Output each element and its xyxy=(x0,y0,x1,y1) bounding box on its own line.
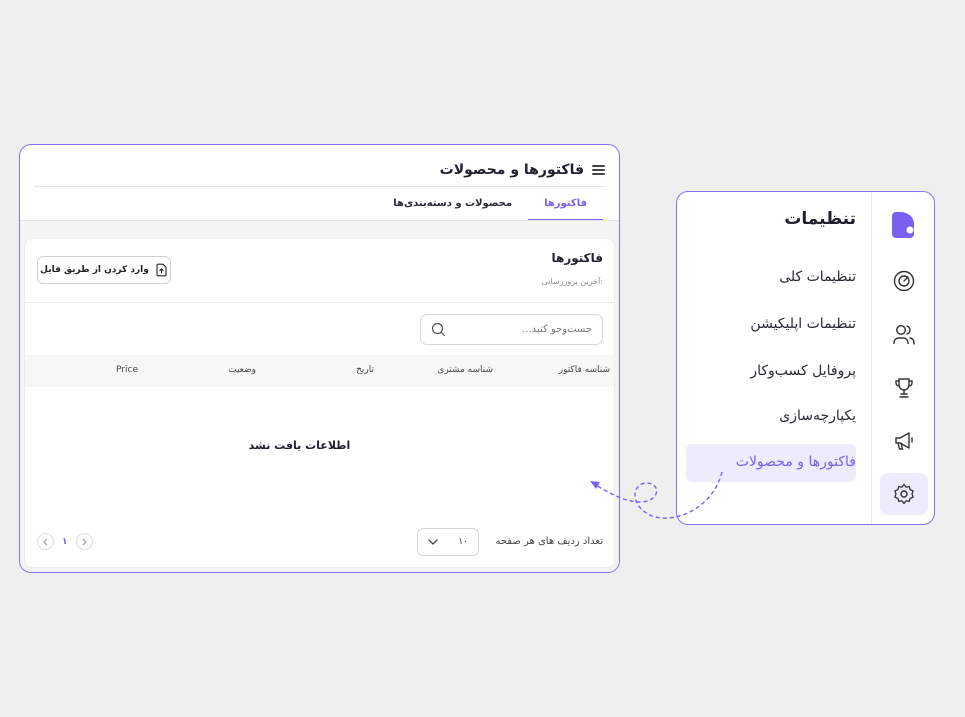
icon-rail xyxy=(871,192,934,524)
trophy-icon[interactable] xyxy=(880,367,928,409)
empty-state: اطلاعات یافت نشد xyxy=(248,439,351,452)
invoices-window: فاکتورها و محصولات فاکتورها محصولات و دس… xyxy=(19,144,620,573)
menu-item-general[interactable]: تنظیمات کلی xyxy=(779,269,856,285)
settings-title: تنظیمات xyxy=(784,209,856,229)
megaphone-icon[interactable] xyxy=(880,420,928,462)
chevron-left-icon xyxy=(43,538,48,545)
column-header-customer-id[interactable]: شناسه مشتری xyxy=(437,365,493,375)
file-upload-icon xyxy=(156,263,167,277)
rows-per-page-label: تعداد ردیف های هر صفحه xyxy=(495,536,603,547)
column-header-price[interactable]: Price xyxy=(116,365,138,375)
column-header-status[interactable]: وضعیت xyxy=(228,365,256,375)
current-page[interactable]: ۱ xyxy=(62,537,68,547)
divider xyxy=(34,186,605,187)
import-button-label: وارد کردن از طریق فایل xyxy=(40,265,149,275)
chevron-down-icon xyxy=(428,539,438,545)
pagination: ۱ xyxy=(37,533,93,550)
menu-item-integrations[interactable]: یکپارچه‌سازی xyxy=(779,408,856,424)
rows-per-page-value: ۱۰ xyxy=(458,537,468,547)
column-header-invoice-id[interactable]: شناسه فاکتور xyxy=(559,365,610,375)
tabs: فاکتورها محصولات و دسته‌بندی‌ها xyxy=(377,191,603,221)
logo-icon[interactable] xyxy=(880,204,928,246)
menu-item-invoices-products[interactable]: فاکتورها و محصولات xyxy=(736,454,856,470)
next-page-button[interactable] xyxy=(75,533,93,550)
settings-panel: تنظیمات تنظیمات کلی تنظیمات اپلیکیشن پرو… xyxy=(676,191,935,525)
search-placeholder: جست‌وجو کنید... xyxy=(522,324,592,335)
last-updated: آخرین بروزرسانی: xyxy=(541,277,603,286)
users-icon[interactable] xyxy=(880,314,928,356)
import-file-button[interactable]: وارد کردن از طریق فایل xyxy=(37,256,171,284)
tab-invoices[interactable]: فاکتورها xyxy=(528,191,603,221)
divider xyxy=(25,302,614,303)
prev-page-button[interactable] xyxy=(37,533,54,550)
page-title: فاکتورها و محصولات xyxy=(439,162,584,178)
content-area: فاکتورها آخرین بروزرسانی: وارد کردن از ط… xyxy=(20,221,619,572)
column-header-date[interactable]: تاریخ xyxy=(356,365,374,375)
gear-icon[interactable] xyxy=(880,473,928,515)
search-input[interactable]: جست‌وجو کنید... xyxy=(420,314,603,345)
table-header: شناسه فاکتور شناسه مشتری تاریخ وضعیت Pri… xyxy=(25,355,614,387)
gauge-icon[interactable] xyxy=(880,260,928,302)
menu-item-business-profile[interactable]: پروفایل کسب‌وکار xyxy=(750,363,856,379)
chevron-right-icon xyxy=(82,538,87,545)
search-icon xyxy=(431,322,446,337)
tab-products-categories[interactable]: محصولات و دسته‌بندی‌ها xyxy=(377,191,528,221)
rows-per-page-select[interactable]: ۱۰ xyxy=(417,528,479,556)
card-title: فاکتورها xyxy=(551,251,604,265)
invoices-card: فاکتورها آخرین بروزرسانی: وارد کردن از ط… xyxy=(24,238,615,568)
menu-item-app-settings[interactable]: تنظیمات اپلیکیشن xyxy=(750,316,856,332)
menu-icon[interactable] xyxy=(592,165,605,175)
window-header: فاکتورها و محصولات xyxy=(440,153,605,187)
